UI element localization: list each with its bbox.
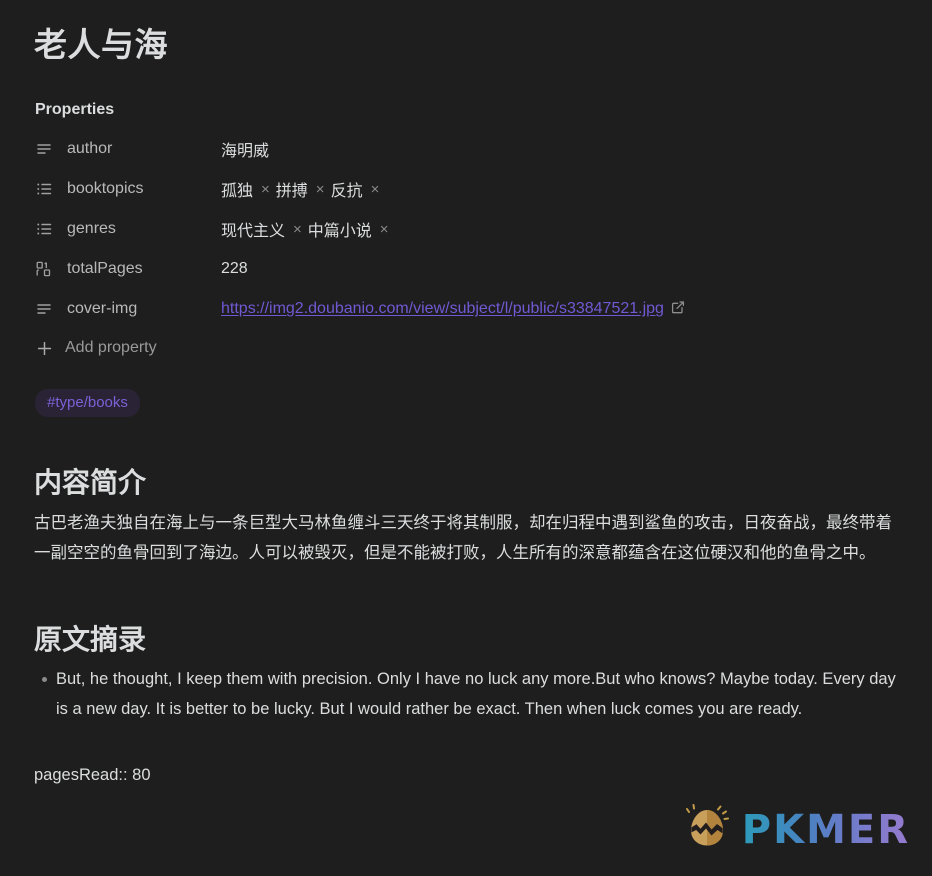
- property-row-totalpages[interactable]: totalPages 228: [34, 249, 898, 289]
- tag-type-books[interactable]: #type/books: [35, 389, 140, 418]
- pkmer-watermark: PKMER: [680, 800, 910, 859]
- plus-icon: [36, 340, 53, 357]
- pkmer-wordmark: PKMER: [741, 806, 910, 853]
- remove-tag-icon[interactable]: ×: [316, 182, 325, 197]
- property-row-cover-img[interactable]: cover-img https://img2.doubanio.com/view…: [34, 289, 898, 329]
- property-row-genres[interactable]: genres 现代主义 × 中篇小说 ×: [34, 209, 898, 249]
- tag-chip-label: 现代主义: [221, 223, 286, 241]
- tag-chip[interactable]: 拼搏 ×: [276, 177, 325, 201]
- property-value-booktopics[interactable]: 孤独 × 拼搏 × 反抗 ×: [221, 177, 385, 201]
- tag-chip-label: 孤独: [221, 183, 254, 201]
- remove-tag-icon[interactable]: ×: [371, 182, 380, 197]
- property-label-totalpages: totalPages: [67, 260, 143, 278]
- tag-chip[interactable]: 现代主义 ×: [221, 217, 302, 241]
- tag-list: #type/books: [35, 389, 898, 418]
- text-lines-icon: [34, 140, 53, 159]
- property-value-genres[interactable]: 现代主义 × 中篇小说 ×: [221, 217, 395, 241]
- property-row-booktopics[interactable]: booktopics 孤独 × 拼搏 × 反抗 ×: [34, 169, 898, 209]
- tag-chip-label: 反抗: [330, 183, 363, 201]
- remove-tag-icon[interactable]: ×: [261, 182, 270, 197]
- property-key-totalpages[interactable]: totalPages: [34, 260, 221, 279]
- tag-chip[interactable]: 反抗 ×: [331, 177, 380, 201]
- property-key-booktopics[interactable]: booktopics: [34, 180, 221, 199]
- list-item: But, he thought, I keep them with precis…: [42, 664, 898, 724]
- property-row-author[interactable]: author 海明威: [34, 129, 898, 169]
- remove-tag-icon[interactable]: ×: [293, 222, 302, 237]
- property-value-author[interactable]: 海明威: [221, 137, 269, 161]
- text-lines-icon: [34, 300, 53, 319]
- cover-img-link[interactable]: https://img2.doubanio.com/view/subject/l…: [221, 300, 664, 318]
- tag-chip[interactable]: 孤独 ×: [221, 177, 270, 201]
- external-link-icon[interactable]: [671, 300, 685, 319]
- bullet-list-icon: [34, 180, 53, 199]
- bullet-list-icon: [34, 220, 53, 239]
- inline-field-pagesread: pagesRead:: 80: [34, 766, 151, 785]
- property-key-genres[interactable]: genres: [34, 220, 221, 239]
- property-label-genres: genres: [67, 220, 116, 238]
- tag-chip-label: 拼搏: [275, 183, 308, 201]
- add-property-button[interactable]: Add property: [36, 339, 898, 357]
- note-page: 老人与海 Properties author 海明威 booktopics 孤独…: [0, 0, 932, 876]
- section-heading-summary: 内容简介: [34, 467, 147, 499]
- properties-heading: Properties: [35, 101, 115, 119]
- tag-chip-label: 中篇小说: [307, 223, 372, 241]
- property-key-cover-img[interactable]: cover-img: [34, 300, 221, 319]
- property-label-cover-img: cover-img: [67, 300, 138, 318]
- property-label-booktopics: booktopics: [67, 180, 144, 198]
- add-property-label: Add property: [65, 339, 157, 357]
- property-key-author[interactable]: author: [34, 140, 221, 159]
- tag-chip[interactable]: 中篇小说 ×: [308, 217, 389, 241]
- binary-number-icon: [34, 260, 53, 279]
- property-label-author: author: [67, 140, 113, 158]
- property-value-totalpages[interactable]: 228: [221, 260, 248, 278]
- remove-tag-icon[interactable]: ×: [380, 222, 389, 237]
- properties-table: author 海明威 booktopics 孤独 × 拼搏 × 反抗 × gen…: [34, 129, 898, 357]
- summary-paragraph: 古巴老渔夫独自在海上与一条巨型大马林鱼缠斗三天终于将其制服，却在归程中遇到鲨鱼的…: [34, 513, 892, 562]
- property-value-cover-img[interactable]: https://img2.doubanio.com/view/subject/l…: [221, 300, 685, 319]
- author-value: 海明威: [221, 143, 270, 161]
- page-title: 老人与海: [34, 26, 168, 63]
- pkmer-egg-logo: [680, 800, 734, 859]
- quote-list: But, he thought, I keep them with precis…: [34, 664, 898, 724]
- section-heading-quotes: 原文摘录: [34, 623, 147, 655]
- totalpages-value: 228: [221, 260, 248, 278]
